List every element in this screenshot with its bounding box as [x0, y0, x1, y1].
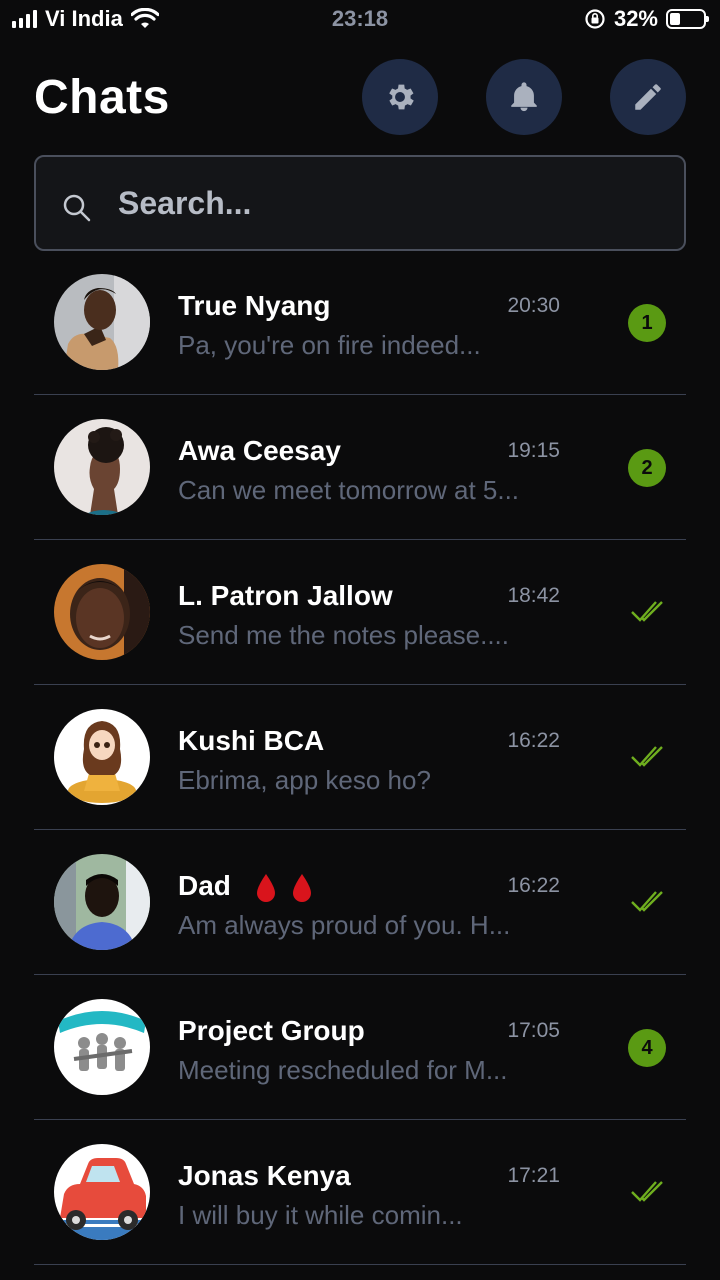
drop-of-blood-icons	[255, 873, 313, 903]
chat-time: 20:30	[507, 294, 560, 317]
read-receipt-icon	[631, 746, 663, 767]
chat-name: Dad	[178, 870, 313, 903]
chat-time: 16:22	[507, 729, 560, 752]
status-right: 32%	[584, 6, 709, 32]
chat-name: True Nyang	[178, 290, 331, 321]
search-icon	[63, 194, 91, 222]
chat-time: 19:15	[507, 439, 560, 462]
avatar	[54, 999, 150, 1095]
chat-time: 17:21	[507, 1164, 560, 1187]
drop-of-blood-icon	[292, 873, 311, 902]
search-bar[interactable]	[34, 155, 686, 251]
avatar	[54, 274, 150, 370]
chat-list: True Nyang 20:30 Pa, you're on fire inde…	[34, 250, 686, 1265]
chat-row[interactable]: L. Patron Jallow 18:42 Send me the notes…	[34, 540, 686, 685]
chat-preview: Am always proud of you. H...	[178, 910, 511, 940]
chat-row[interactable]: Dad 16:22 Am always proud of you. H...	[34, 830, 686, 975]
search-input[interactable]	[116, 183, 640, 223]
chat-time: 17:05	[507, 1019, 560, 1042]
avatar	[54, 419, 150, 515]
page-title: Chats	[34, 71, 170, 124]
avatar	[54, 854, 150, 950]
pencil-icon	[635, 84, 661, 110]
unread-badge: 2	[628, 449, 666, 487]
settings-button[interactable]	[362, 59, 438, 135]
chat-preview: Can we meet tomorrow at 5...	[178, 475, 520, 505]
drop-of-blood-icon	[256, 873, 275, 902]
chat-preview: Meeting rescheduled for M...	[178, 1055, 508, 1085]
chat-name: Project Group	[178, 1015, 365, 1046]
chat-preview: Ebrima, app keso ho?	[178, 765, 431, 795]
unread-badge: 1	[628, 304, 666, 342]
chat-preview: Send me the notes please....	[178, 620, 509, 650]
read-receipt-icon	[631, 601, 663, 622]
battery-icon	[666, 9, 709, 29]
battery-percent: 32%	[613, 6, 658, 31]
chat-row[interactable]: Jonas Kenya 17:21 I will buy it while co…	[34, 1120, 686, 1265]
chat-name: Awa Ceesay	[178, 435, 341, 466]
chat-preview: I will buy it while comin...	[178, 1200, 463, 1230]
chat-row[interactable]: Kushi BCA 16:22 Ebrima, app keso ho?	[34, 685, 686, 830]
gear-icon	[389, 84, 414, 110]
bell-icon	[511, 82, 537, 112]
status-bar: Vi India 23:18 32%	[0, 0, 720, 40]
avatar	[54, 1144, 150, 1240]
chat-row[interactable]: Awa Ceesay 19:15 Can we meet tomorrow at…	[34, 395, 686, 540]
chat-row[interactable]: Project Group 17:05 Meeting rescheduled …	[34, 975, 686, 1120]
avatar	[54, 709, 150, 805]
notifications-button[interactable]	[486, 59, 562, 135]
chat-preview: Pa, you're on fire indeed...	[178, 330, 481, 360]
read-receipt-icon	[631, 1181, 663, 1202]
orientation-lock-icon	[585, 9, 605, 29]
chat-row[interactable]: True Nyang 20:30 Pa, you're on fire inde…	[34, 250, 686, 395]
read-receipt-icon	[631, 891, 663, 912]
compose-button[interactable]	[610, 59, 686, 135]
chat-name: L. Patron Jallow	[178, 580, 393, 611]
chat-name: Jonas Kenya	[178, 1160, 351, 1191]
unread-badge: 4	[628, 1029, 666, 1067]
chat-time: 18:42	[507, 584, 560, 607]
chat-name: Kushi BCA	[178, 725, 325, 756]
avatar	[54, 564, 150, 660]
chat-time: 16:22	[507, 874, 560, 897]
